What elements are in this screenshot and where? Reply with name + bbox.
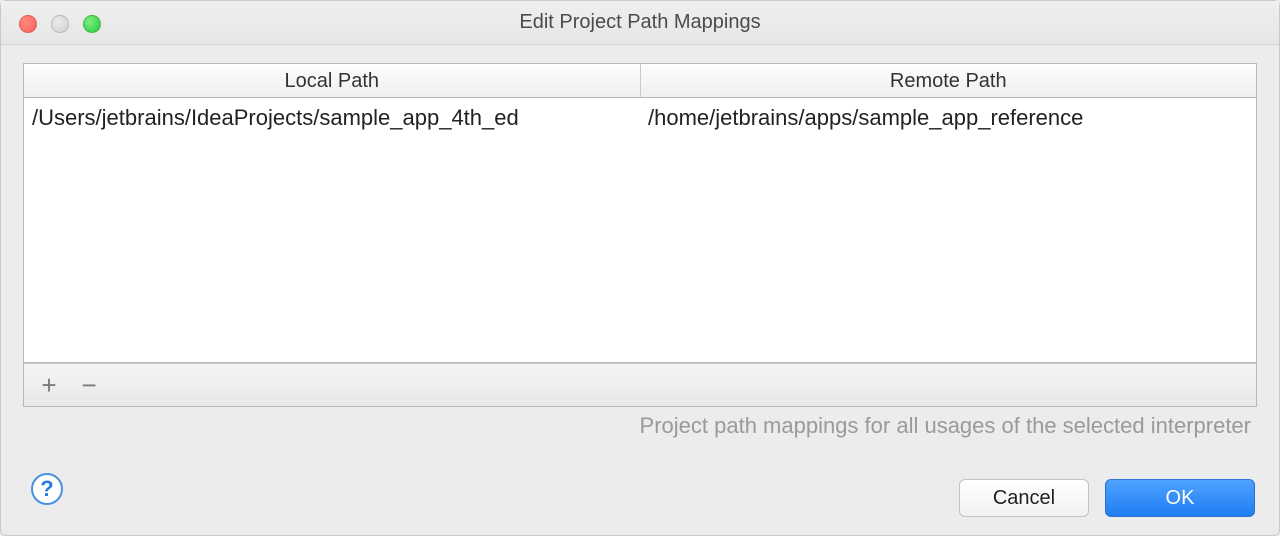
local-path-cell[interactable]: /Users/jetbrains/IdeaProjects/sample_app…	[24, 101, 640, 135]
ok-button[interactable]: OK	[1105, 479, 1255, 517]
window-title: Edit Project Path Mappings	[1, 11, 1279, 34]
caption-text: Project path mappings for all usages of …	[23, 407, 1257, 439]
remote-path-cell[interactable]: /home/jetbrains/apps/sample_app_referenc…	[640, 101, 1256, 135]
content-area: Local Path Remote Path /Users/jetbrains/…	[1, 45, 1279, 465]
dialog-window: Edit Project Path Mappings Local Path Re…	[0, 0, 1280, 536]
help-button[interactable]: ?	[31, 473, 63, 505]
remove-button[interactable]: −	[78, 374, 100, 396]
traffic-lights	[19, 15, 101, 33]
column-header-local-path[interactable]: Local Path	[24, 64, 640, 98]
table-toolbar: + −	[23, 363, 1257, 407]
column-header-remote-path[interactable]: Remote Path	[640, 64, 1257, 98]
cancel-button[interactable]: Cancel	[959, 479, 1089, 517]
table-header: Local Path Remote Path	[24, 64, 1256, 98]
window-close-icon[interactable]	[19, 15, 37, 33]
titlebar: Edit Project Path Mappings	[1, 1, 1279, 45]
add-button[interactable]: +	[38, 374, 60, 396]
path-mappings-table[interactable]: Local Path Remote Path /Users/jetbrains/…	[23, 63, 1257, 363]
footer: Cancel OK	[1, 465, 1279, 535]
table-body: /Users/jetbrains/IdeaProjects/sample_app…	[24, 98, 1256, 362]
window-zoom-icon[interactable]	[83, 15, 101, 33]
window-minimize-icon[interactable]	[51, 15, 69, 33]
table-row[interactable]: /Users/jetbrains/IdeaProjects/sample_app…	[24, 98, 1256, 138]
